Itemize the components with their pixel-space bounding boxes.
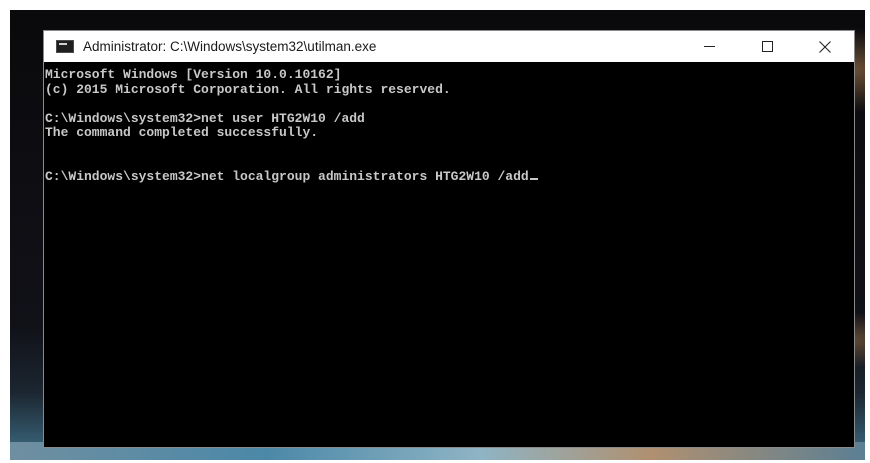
desktop-background: Administrator: C:\Windows\system32\utilm… [10,10,865,460]
console-line-success: The command completed successfully. [45,125,319,140]
title-bar[interactable]: Administrator: C:\Windows\system32\utilm… [44,31,854,62]
maximize-button[interactable] [738,31,796,62]
console-input-line[interactable]: C:\Windows\system32>net localgroup admin… [45,168,854,185]
console-icon[interactable] [56,40,74,53]
console-current-command: C:\Windows\system32>net localgroup admin… [45,168,529,184]
window-title: Administrator: C:\Windows\system32\utilm… [83,39,377,54]
console-line-command-user: C:\Windows\system32>net user HTG2W10 /ad… [45,110,365,126]
minimize-icon [703,46,715,47]
window-controls [680,31,854,62]
minimize-button[interactable] [680,31,738,62]
close-icon [819,40,831,53]
console-output[interactable]: Microsoft Windows [Version 10.0.10162] (… [44,62,854,447]
console-line-copyright: (c) 2015 Microsoft Corporation. All righ… [45,81,451,97]
close-button[interactable] [796,31,854,62]
text-cursor [529,177,538,180]
console-line-version: Microsoft Windows [Version 10.0.10162] [45,67,342,82]
command-prompt-window[interactable]: Administrator: C:\Windows\system32\utilm… [43,30,855,448]
maximize-icon [761,41,773,52]
